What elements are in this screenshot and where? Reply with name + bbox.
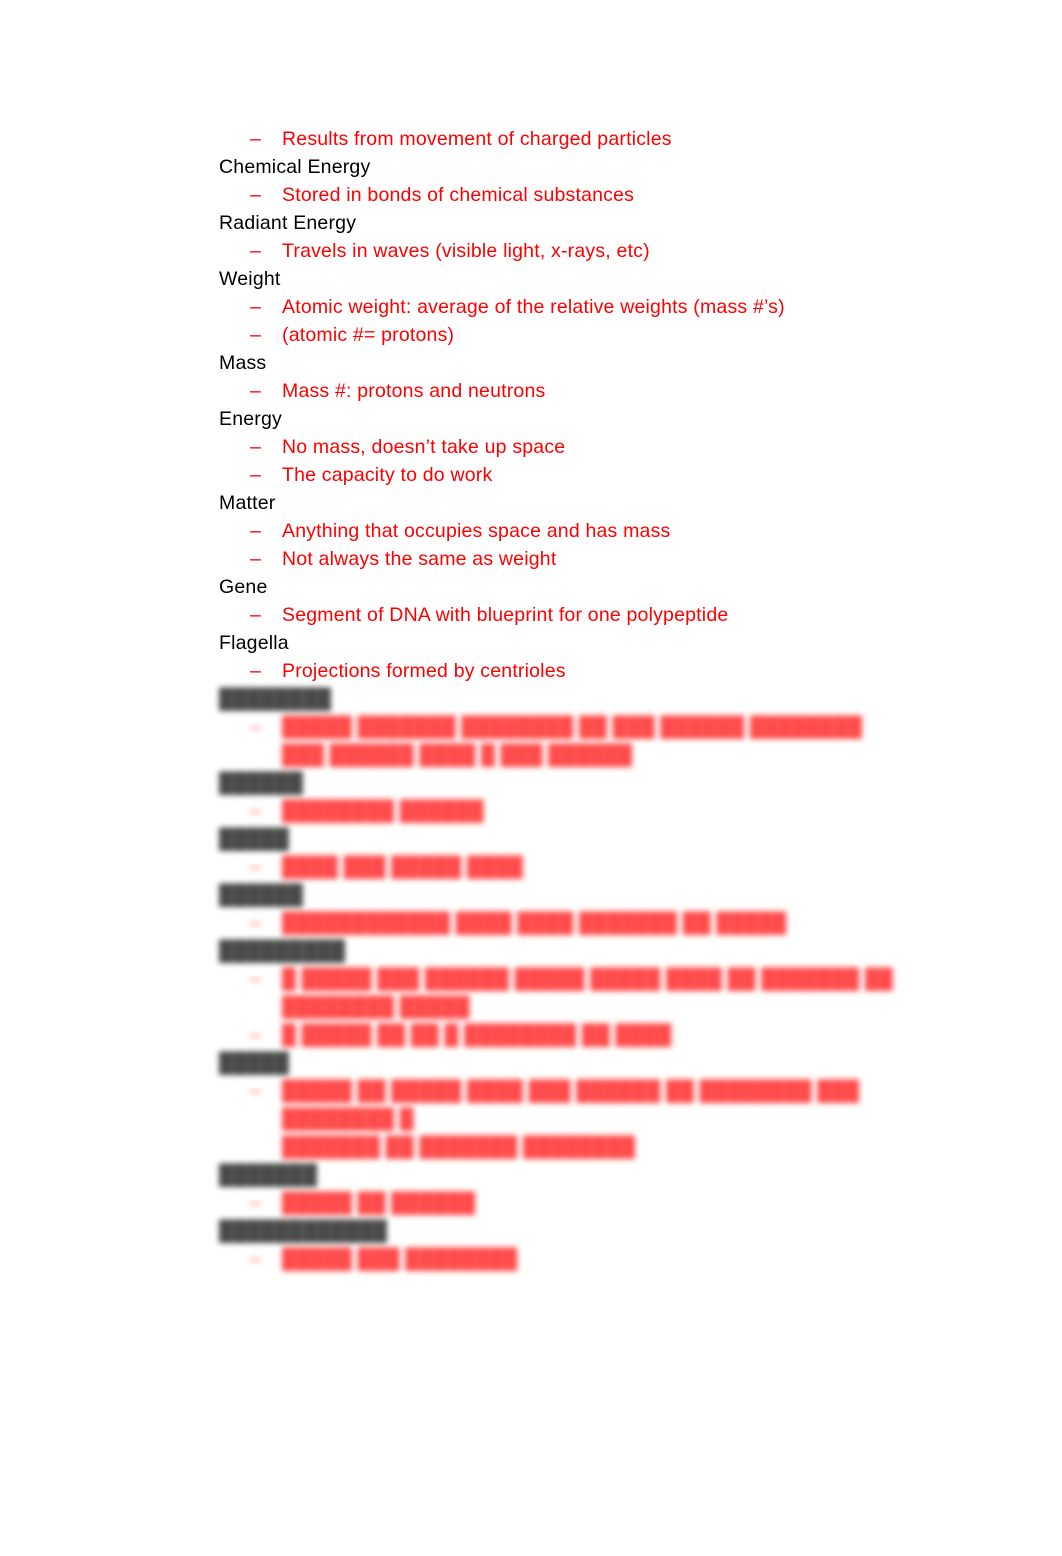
list-item: – Not always the same as weight: [219, 545, 979, 573]
outline-term: Radiant Energy: [219, 212, 357, 234]
list-item-blurred: – █ █████ ██ ██ █ ████████ ██ ████: [219, 1021, 979, 1049]
dash-marker: –: [250, 128, 262, 150]
list-item-text: Travels in waves (visible light, x-rays,…: [282, 240, 650, 262]
document-page: – Results from movement of charged partic…: [0, 0, 1062, 1556]
list-item-blurred: – ████ ███ █████ ████: [219, 853, 979, 881]
list-item-blurred: – ████████████ ████ ████ ███████ ██ █████: [219, 909, 979, 937]
list-item-text: Results from movement of charged particl…: [282, 128, 672, 150]
list-item-text: Atomic weight: average of the relative w…: [282, 296, 785, 318]
list-item: – Mass #: protons and neutrons: [219, 377, 979, 405]
list-item-text-line2: ███ ██████ ████ █ ███ ██████: [282, 744, 633, 766]
list-item-blurred: – █ █████ ███ ██████ █████ █████ ████ ██ …: [219, 965, 979, 1021]
dash-marker: –: [250, 912, 262, 934]
list-item-text: █████ ███ ████████: [282, 1248, 518, 1270]
dash-marker: –: [250, 548, 262, 570]
outline-sharp-section: – Results from movement of charged partic…: [219, 125, 979, 685]
list-item-text: ████ ███ █████ ████: [282, 856, 524, 878]
outline-blurred-section: ████████ – █████ ███████ ████████ ██ ███ …: [219, 685, 979, 1273]
outline-term: Energy: [219, 408, 282, 430]
list-item-text: Stored in bonds of chemical substances: [282, 184, 635, 206]
outline-term-blurred: █████████: [219, 940, 346, 962]
list-item: – No mass, doesn’t take up space: [219, 433, 979, 461]
dash-marker: –: [250, 1248, 262, 1270]
list-item: – Segment of DNA with blueprint for one p…: [219, 601, 979, 629]
list-item-text-line2: ████████ █████: [282, 996, 470, 1018]
outline-term: Chemical Energy: [219, 156, 371, 178]
list-item-text: █████ ██ ██████: [282, 1192, 476, 1214]
list-item-text: No mass, doesn’t take up space: [282, 436, 566, 458]
list-item: – Travels in waves (visible light, x-rays…: [219, 237, 979, 265]
dash-marker: –: [250, 968, 262, 990]
list-item-text: Anything that occupies space and has mas…: [282, 520, 671, 542]
outline-term-blurred: ████████: [219, 688, 332, 710]
outline-body: – Results from movement of charged partic…: [219, 125, 979, 1273]
outline-term: Gene: [219, 576, 268, 598]
list-item: – Stored in bonds of chemical substances: [219, 181, 979, 209]
list-item-blurred: – █████ ███ ████████: [219, 1245, 979, 1273]
dash-marker: –: [250, 184, 262, 206]
dash-marker: –: [250, 380, 262, 402]
list-item: – (atomic #= protons): [219, 321, 979, 349]
list-item-text: The capacity to do work: [282, 464, 493, 486]
list-item-text: █████ ███████ ████████ ██ ███ ██████ ███…: [282, 716, 863, 738]
list-item-text: (atomic #= protons): [282, 324, 455, 346]
list-item: – Atomic weight: average of the relative …: [219, 293, 979, 321]
list-item: – Anything that occupies space and has ma…: [219, 517, 979, 545]
outline-term-blurred: ██████: [219, 884, 304, 906]
list-item: – Projections formed by centrioles: [219, 657, 979, 685]
dash-marker: –: [250, 800, 262, 822]
outline-term: Matter: [219, 492, 276, 514]
dash-marker: –: [250, 324, 262, 346]
dash-marker: –: [250, 856, 262, 878]
list-item-text: Mass #: protons and neutrons: [282, 380, 546, 402]
outline-term: Weight: [219, 268, 281, 290]
list-item-text: █████ ██ █████ ████ ███ ██████ ██ ██████…: [282, 1080, 860, 1130]
list-item-text: ████████████ ████ ████ ███████ ██ █████: [282, 912, 787, 934]
dash-marker: –: [250, 716, 262, 738]
list-item-blurred: – █████ ███████ ████████ ██ ███ ██████ ██…: [219, 713, 979, 769]
list-item-text: █ █████ ███ ██████ █████ █████ ████ ██ █…: [282, 968, 893, 990]
list-item-text: Segment of DNA with blueprint for one po…: [282, 604, 729, 626]
dash-marker: –: [250, 1080, 262, 1102]
outline-term-blurred: █████: [219, 828, 290, 850]
list-item-blurred: – █████ ██ ██████: [219, 1189, 979, 1217]
list-item-text: ████████ ██████: [282, 800, 484, 822]
dash-marker: –: [250, 436, 262, 458]
list-item: – Results from movement of charged partic…: [219, 125, 979, 153]
list-item-text: █ █████ ██ ██ █ ████████ ██ ████: [282, 1024, 672, 1046]
outline-term-blurred: ██████: [219, 772, 304, 794]
dash-marker: –: [250, 296, 262, 318]
dash-marker: –: [250, 604, 262, 626]
dash-marker: –: [250, 1192, 262, 1214]
outline-term: Mass: [219, 352, 267, 374]
list-item-blurred: – █████ ██ █████ ████ ███ ██████ ██ █████…: [219, 1077, 979, 1161]
dash-marker: –: [250, 240, 262, 262]
list-item-text: Projections formed by centrioles: [282, 660, 566, 682]
dash-marker: –: [250, 464, 262, 486]
list-item-text-line2: ███████ ██ ███████ ████████: [282, 1136, 636, 1158]
list-item-blurred: – ████████ ██████: [219, 797, 979, 825]
list-item: – The capacity to do work: [219, 461, 979, 489]
outline-term-blurred: ███████: [219, 1164, 318, 1186]
dash-marker: –: [250, 660, 262, 682]
dash-marker: –: [250, 520, 262, 542]
outline-term-blurred: █████: [219, 1052, 290, 1074]
outline-term: Flagella: [219, 632, 289, 654]
list-item-text: Not always the same as weight: [282, 548, 557, 570]
dash-marker: –: [250, 1024, 262, 1046]
outline-term-blurred: ████████████: [219, 1220, 388, 1242]
